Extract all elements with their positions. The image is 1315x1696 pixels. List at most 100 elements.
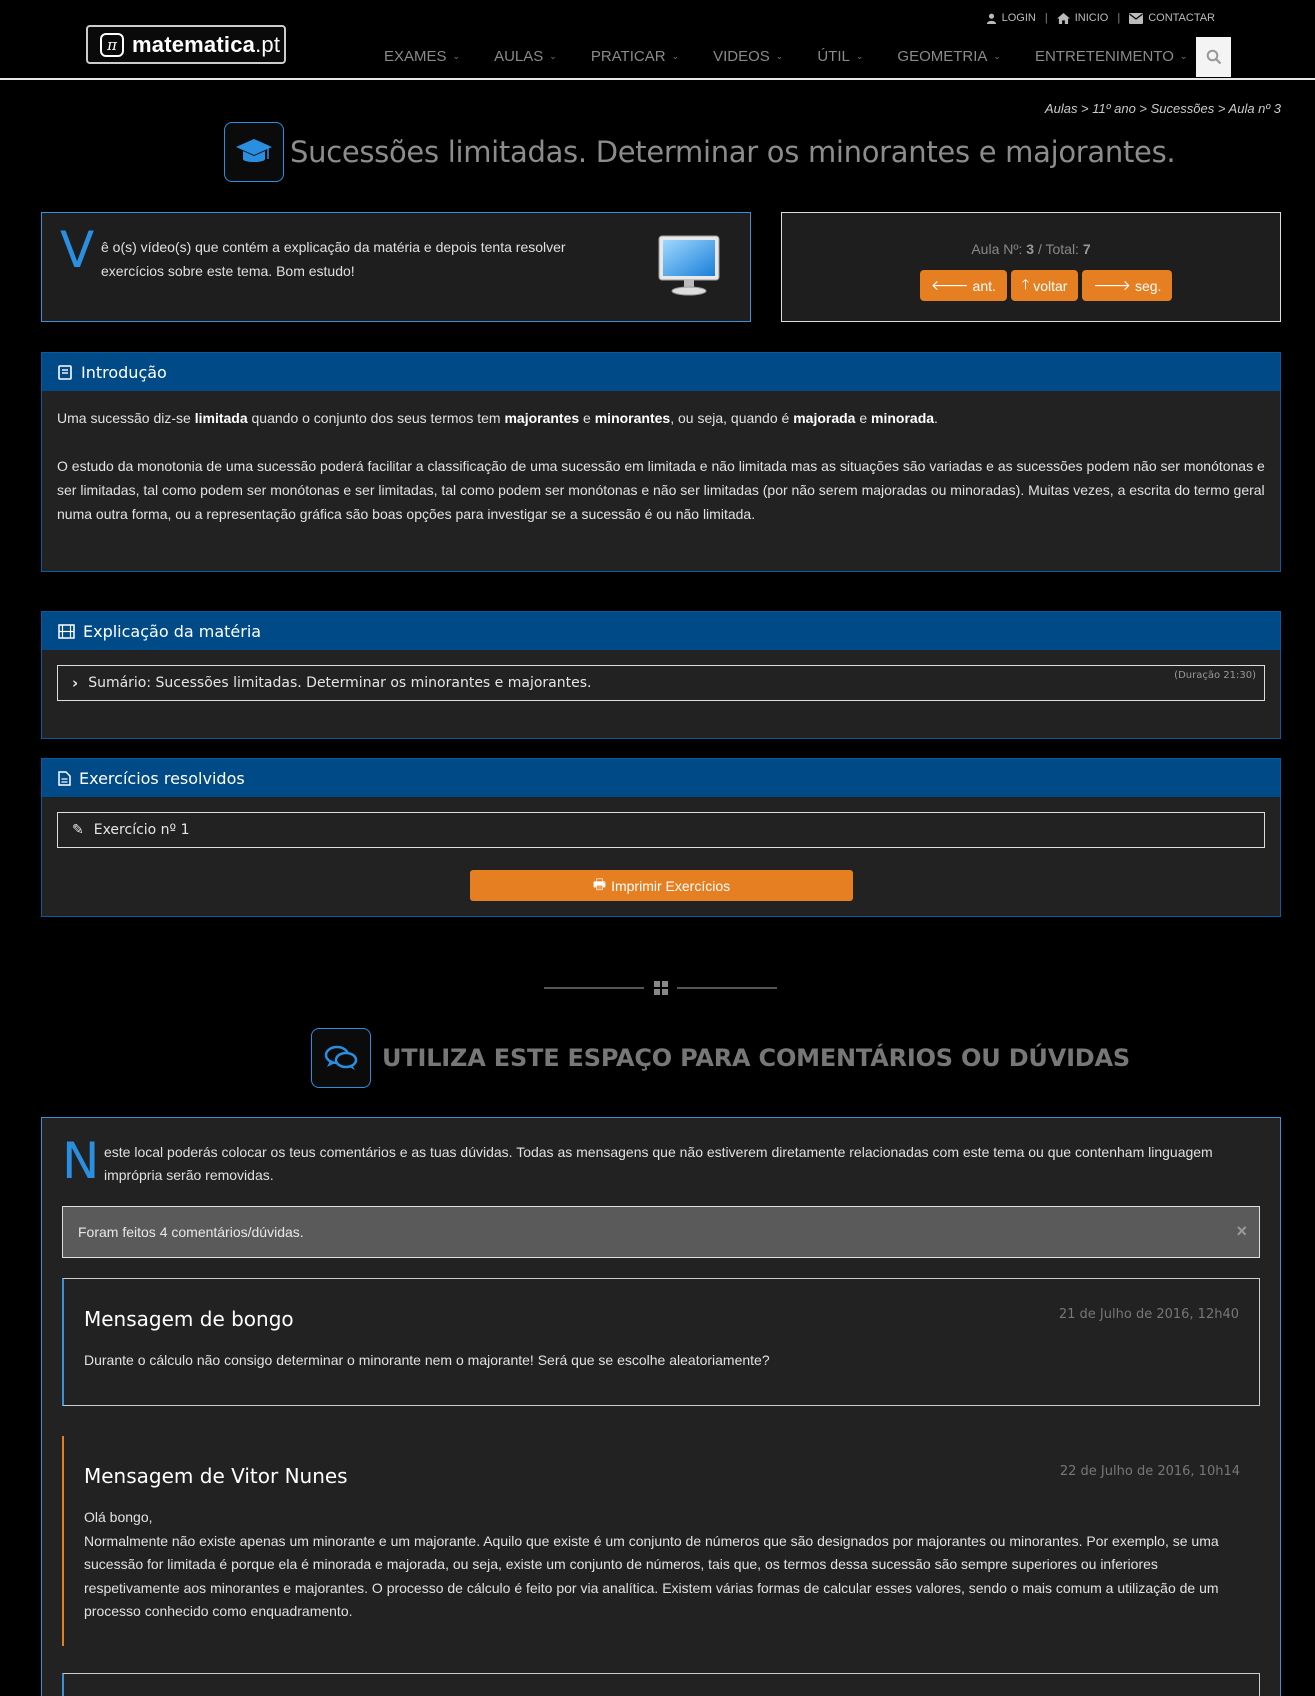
exercise-item[interactable]: ✎ Exercício nº 1: [57, 812, 1265, 848]
nav-util[interactable]: ÚTIL ⌄: [800, 36, 880, 76]
lesson-nav-buttons: 🡐 ant. 🡑 voltar 🡒 seg.: [920, 270, 1173, 301]
close-icon[interactable]: ×: [1236, 1221, 1247, 1242]
nav-praticar[interactable]: PRATICAR ⌄: [574, 36, 696, 76]
comments-title: UTILIZA ESTE ESPAÇO PARA COMENTÁRIOS OU …: [382, 1044, 1130, 1072]
contact-label: CONTACTAR: [1148, 12, 1215, 24]
prev-label: ant.: [972, 277, 996, 294]
home-icon: [1056, 12, 1070, 24]
dropcap-letter: V: [60, 221, 95, 279]
comment-message: [62, 1673, 1260, 1696]
intro-paragraph-1: Uma sucessão diz-se limitada quando o co…: [57, 406, 1265, 430]
comment-message: Mensagem de bongo 21 de Julho de 2016, 1…: [62, 1278, 1260, 1406]
summary-label: Sumário: Sucessões limitadas. Determinar…: [88, 675, 592, 691]
message-body: Durante o cálculo não consigo determinar…: [84, 1352, 770, 1368]
comments-count-alert: Foram feitos 4 comentários/dúvidas. ×: [62, 1206, 1260, 1258]
comment-message: Mensagem de Vitor Nunes 22 de Julho de 2…: [62, 1436, 1260, 1646]
pi-logo-icon: π: [100, 32, 124, 57]
chevron-down-icon: ⌄: [671, 50, 680, 61]
arrow-up-icon: 🡑: [1021, 275, 1030, 292]
message-greeting: Olá bongo,: [84, 1509, 153, 1525]
nav-videos[interactable]: VIDEOS ⌄: [696, 36, 800, 76]
nav-label: ÚTIL: [817, 47, 850, 65]
comments-title-block: UTILIZA ESTE ESPAÇO PARA COMENTÁRIOS OU …: [311, 1028, 1130, 1088]
nav-label: GEOMETRIA: [897, 47, 988, 65]
back-label: voltar: [1033, 277, 1068, 294]
monitor-icon: [658, 235, 720, 296]
video-info-box: V ê o(s) vídeo(s) que contém a explicaçã…: [41, 212, 751, 322]
info-text: ê o(s) vídeo(s) que contém a explicação …: [101, 239, 566, 279]
login-link[interactable]: LOGIN: [986, 12, 1036, 24]
panel-header: Exercícios resolvidos: [42, 759, 1280, 797]
film-icon: [58, 623, 75, 639]
panel-header: Explicação da matéria: [42, 612, 1280, 650]
util-separator: |: [1117, 12, 1121, 24]
video-summary-item[interactable]: › Sumário: Sucessões limitadas. Determin…: [57, 665, 1265, 701]
lesson-current: 3: [1026, 241, 1035, 257]
lesson-nav-box: Aula Nº: 3 / Total: 7 🡐 ant. 🡑 voltar 🡒 seg…: [781, 212, 1281, 322]
message-author: Mensagem de bongo: [84, 1307, 294, 1331]
home-link[interactable]: INICIO: [1056, 12, 1109, 24]
pencil-icon: ✎: [72, 822, 84, 838]
text-run: quando o conjunto dos seus termos tem: [247, 410, 505, 426]
page-title: Sucessões limitadas. Determinar os minor…: [290, 135, 1176, 169]
text-run: e: [579, 410, 595, 426]
contact-link[interactable]: CONTACTAR: [1129, 12, 1215, 24]
nav-geometria[interactable]: GEOMETRIA ⌄: [880, 36, 1018, 76]
search-icon: [1206, 49, 1221, 65]
panel-title: Exercícios resolvidos: [79, 768, 245, 788]
bold-term: majorada: [793, 410, 856, 426]
video-duration: (Duração 21:30): [1174, 670, 1256, 681]
nav-label: ENTRETENIMENTO: [1034, 47, 1174, 65]
text-run: Uma sucessão diz-se: [57, 410, 195, 426]
grid-icon: [654, 981, 668, 995]
chevron-down-icon: ⌄: [549, 50, 557, 61]
nav-label: VIDEOS: [713, 47, 770, 65]
printer-icon: 🖶: [592, 875, 607, 892]
chevron-down-icon: ⌄: [855, 50, 864, 61]
page-title-block: Sucessões limitadas. Determinar os minor…: [224, 122, 1176, 182]
bold-term: majorantes: [504, 410, 580, 426]
util-separator: |: [1044, 12, 1048, 24]
lesson-total-label: / Total:: [1037, 241, 1079, 257]
top-header: π matematica.pt LOGIN | INICIO | CONTACT…: [0, 0, 1315, 80]
next-label: seg.: [1134, 277, 1162, 294]
back-button[interactable]: 🡑 voltar: [1010, 270, 1079, 301]
lesson-counter: Aula Nº: 3 / Total: 7: [782, 241, 1280, 257]
comments-icon: [311, 1028, 371, 1088]
nav-exames[interactable]: EXAMES ⌄: [367, 36, 477, 76]
nav-aulas[interactable]: AULAS ⌄: [477, 36, 574, 76]
introduction-panel: Introdução Uma sucessão diz-se limitada …: [41, 352, 1281, 572]
comments-section: N este local poderás colocar os teus com…: [41, 1117, 1281, 1696]
bold-term: limitada: [194, 410, 248, 426]
utility-links: LOGIN | INICIO | CONTACTAR: [986, 12, 1215, 24]
divider-line: [677, 987, 777, 989]
nav-label: EXAMES: [384, 47, 447, 65]
bold-term: minorantes: [594, 410, 671, 426]
print-exercises-button[interactable]: 🖶 Imprimir Exercícios: [470, 870, 853, 901]
arrow-left-icon: 🡐: [931, 277, 969, 293]
logo-text: matematica.pt: [132, 31, 281, 57]
chevron-down-icon: ⌄: [1179, 50, 1188, 61]
breadcrumb[interactable]: Aulas > 11º ano > Sucessões > Aula nº 3: [1045, 101, 1281, 116]
chevron-right-icon: ›: [72, 674, 79, 692]
panel-title: Explicação da matéria: [83, 621, 262, 641]
next-lesson-button[interactable]: 🡒 seg.: [1082, 270, 1173, 301]
message-date: 21 de Julho de 2016, 12h40: [1058, 1307, 1239, 1322]
search-button[interactable]: [1196, 37, 1231, 77]
site-logo[interactable]: π matematica.pt: [86, 25, 286, 64]
text-run: e: [855, 410, 872, 426]
graduation-cap-icon: [224, 122, 284, 182]
document-icon: [58, 770, 71, 786]
nav-entretenimento[interactable]: ENTRETENIMENTO ⌄: [1018, 36, 1204, 76]
message-author: Mensagem de Vitor Nunes: [84, 1464, 348, 1488]
text-run: .: [934, 410, 938, 426]
previous-lesson-button[interactable]: 🡐 ant.: [920, 270, 1007, 301]
message-text: Normalmente não existe apenas um minoran…: [84, 1532, 1219, 1620]
panel-header: Introdução: [42, 353, 1280, 391]
text-run: , ou seja, quando é: [670, 410, 794, 426]
bold-term: minorada: [871, 410, 935, 426]
home-label: INICIO: [1074, 12, 1109, 24]
intro-paragraph-2: O estudo da monotonia de uma sucessão po…: [57, 458, 1265, 522]
book-icon: [58, 364, 72, 380]
divider-line: [544, 987, 644, 989]
